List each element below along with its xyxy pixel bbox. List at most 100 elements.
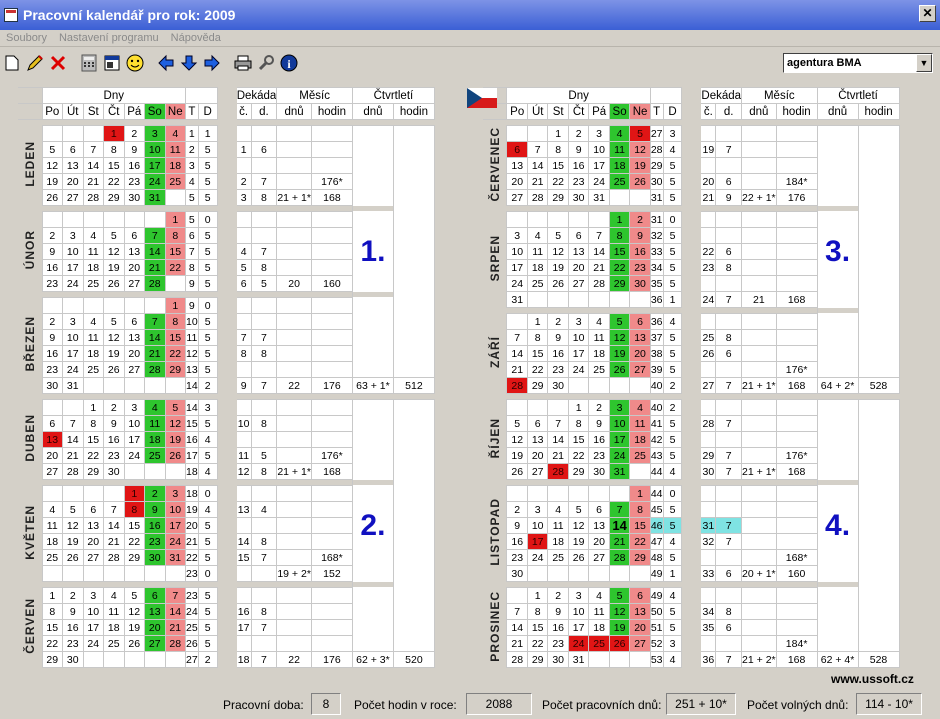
day-cell[interactable]: 14 (103, 517, 125, 534)
day-cell[interactable]: 4 (82, 227, 104, 244)
day-cell[interactable]: 27 (567, 275, 590, 292)
day-cell[interactable]: 24 (62, 275, 84, 292)
day-cell[interactable]: 10 (608, 415, 631, 432)
day-cell[interactable]: 19 (103, 345, 125, 362)
day-cell[interactable]: 5 (62, 501, 84, 518)
day-cell[interactable]: 11 (588, 329, 610, 346)
day-cell[interactable]: 30 (547, 651, 569, 668)
day-cell[interactable]: 17 (506, 259, 528, 276)
day-cell[interactable]: 28 (506, 651, 528, 668)
day-cell[interactable]: 20 (567, 259, 590, 276)
day-cell[interactable]: 28 (588, 275, 610, 292)
day-cell[interactable]: 1 (567, 399, 590, 416)
day-cell[interactable]: 11 (164, 141, 186, 158)
day-cell[interactable]: 7 (547, 415, 569, 432)
day-cell[interactable]: 15 (547, 157, 569, 174)
day-cell[interactable]: 23 (144, 533, 166, 550)
day-cell[interactable]: 4 (82, 313, 104, 330)
day-cell[interactable]: 18 (82, 259, 104, 276)
day-cell[interactable]: 29 (567, 463, 590, 480)
day-cell[interactable]: 19 (629, 157, 651, 174)
day-cell[interactable]: 9 (62, 603, 84, 620)
day-cell[interactable]: 21 (608, 533, 631, 550)
day-cell[interactable]: 13 (629, 329, 651, 346)
day-cell[interactable]: 20 (629, 345, 651, 362)
day-cell[interactable]: 31 (506, 291, 528, 308)
day-cell[interactable]: 3 (526, 501, 549, 518)
day-cell[interactable]: 9 (506, 517, 528, 534)
day-cell[interactable]: 9 (547, 603, 569, 620)
next-button[interactable] (201, 52, 223, 74)
day-cell[interactable]: 19 (608, 619, 631, 636)
day-cell[interactable]: 9 (629, 227, 651, 244)
day-cell[interactable]: 26 (103, 275, 125, 292)
day-cell[interactable]: 20 (41, 447, 63, 464)
day-cell[interactable]: 13 (567, 243, 590, 260)
day-cell[interactable]: 3 (567, 587, 590, 604)
day-cell[interactable]: 12 (506, 431, 528, 448)
day-cell[interactable]: 25 (629, 447, 651, 464)
day-cell[interactable]: 2 (123, 125, 145, 142)
down-button[interactable] (178, 52, 200, 74)
day-cell[interactable]: 28 (144, 275, 166, 292)
day-cell[interactable]: 7 (144, 227, 166, 244)
day-cell[interactable]: 24 (164, 533, 186, 550)
day-cell[interactable]: 2 (103, 399, 125, 416)
day-cell[interactable]: 23 (103, 447, 125, 464)
day-cell[interactable]: 12 (123, 603, 145, 620)
day-cell[interactable]: 3 (164, 485, 186, 502)
day-cell[interactable]: 1 (608, 211, 631, 228)
day-cell[interactable]: 8 (103, 141, 125, 158)
day-cell[interactable]: 8 (123, 501, 145, 518)
day-cell[interactable]: 12 (103, 329, 125, 346)
day-cell[interactable]: 14 (144, 329, 166, 346)
day-cell[interactable]: 23 (547, 635, 569, 652)
day-cell[interactable]: 4 (608, 125, 631, 142)
day-cell[interactable]: 20 (629, 619, 651, 636)
day-cell[interactable]: 28 (164, 635, 186, 652)
day-cell[interactable]: 12 (62, 517, 84, 534)
day-cell[interactable]: 9 (103, 415, 125, 432)
day-cell[interactable]: 7 (103, 501, 125, 518)
day-cell[interactable]: 8 (567, 415, 590, 432)
day-cell[interactable]: 14 (164, 603, 186, 620)
day-cell[interactable]: 30 (506, 565, 528, 582)
day-cell[interactable]: 23 (547, 361, 569, 378)
day-cell[interactable]: 18 (629, 431, 651, 448)
day-cell[interactable]: 21 (506, 361, 528, 378)
day-cell[interactable]: 16 (62, 619, 84, 636)
day-cell[interactable]: 18 (103, 619, 125, 636)
edit-button[interactable] (24, 52, 46, 74)
day-cell[interactable]: 14 (506, 345, 528, 362)
day-cell[interactable]: 4 (164, 125, 186, 142)
day-cell[interactable]: 29 (123, 549, 145, 566)
day-cell[interactable]: 20 (123, 345, 145, 362)
day-cell[interactable]: 13 (144, 603, 166, 620)
day-cell[interactable]: 8 (526, 329, 549, 346)
day-cell[interactable]: 3 (123, 399, 145, 416)
day-cell[interactable]: 14 (144, 243, 166, 260)
day-cell[interactable]: 23 (41, 361, 63, 378)
day-cell[interactable]: 5 (123, 587, 145, 604)
day-cell[interactable]: 16 (567, 157, 590, 174)
day-cell[interactable]: 14 (62, 431, 84, 448)
day-cell[interactable]: 16 (547, 345, 569, 362)
day-cell[interactable]: 10 (588, 141, 610, 158)
day-cell[interactable]: 4 (41, 501, 63, 518)
day-cell[interactable]: 14 (588, 243, 610, 260)
day-cell[interactable]: 27 (506, 189, 528, 206)
day-cell[interactable]: 15 (41, 619, 63, 636)
day-cell[interactable]: 23 (123, 173, 145, 190)
day-cell[interactable]: 18 (82, 345, 104, 362)
day-cell[interactable]: 12 (164, 415, 186, 432)
day-cell[interactable]: 20 (588, 533, 610, 550)
website-link[interactable]: www.ussoft.cz (831, 672, 914, 686)
day-cell[interactable]: 14 (526, 157, 549, 174)
day-cell[interactable]: 7 (608, 501, 631, 518)
day-cell[interactable]: 2 (588, 399, 610, 416)
day-cell[interactable]: 24 (123, 447, 145, 464)
day-cell[interactable]: 15 (164, 329, 186, 346)
day-cell[interactable]: 18 (588, 345, 610, 362)
day-cell[interactable]: 31 (164, 549, 186, 566)
day-cell[interactable]: 12 (608, 603, 631, 620)
